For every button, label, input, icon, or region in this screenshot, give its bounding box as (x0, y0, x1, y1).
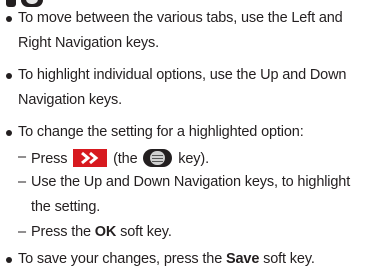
key-icon (6, 0, 16, 7)
step-text: (the (113, 151, 138, 167)
instruction-step: Press (the key). (31, 149, 209, 168)
navigation-center-key-icon (143, 149, 173, 167)
instruction-step: the setting. (31, 199, 101, 215)
bullet-icon (6, 16, 12, 22)
manual-page: To move between the various tabs, use th… (0, 0, 366, 272)
step-text: soft key. (120, 224, 172, 240)
dash-marker: – (18, 224, 26, 240)
instruction-text: To change the setting for a highlighted … (18, 124, 304, 140)
instruction-text: Navigation keys. (18, 92, 122, 108)
bullet-icon (6, 130, 12, 136)
dash-marker: – (18, 149, 26, 165)
step-text: Press the (31, 224, 91, 240)
instruction-text: Right Navigation keys. (18, 35, 159, 51)
step-text: Press (31, 151, 68, 167)
step-text: key). (178, 151, 209, 167)
instruction-text: To save your changes, press the Save sof… (18, 251, 315, 268)
instruction-step: Use the Up and Down Navigation keys, to … (31, 174, 351, 190)
dash-marker: – (18, 174, 26, 190)
bullet-icon (6, 73, 12, 79)
instruction-text: To highlight individual options, use the… (18, 67, 347, 83)
double-chevron-right-icon (73, 149, 108, 167)
ok-key-label: OK (94, 224, 117, 240)
instruction-step: Press the OK soft key. (31, 224, 172, 241)
instruction-text: To move between the various tabs, use th… (18, 10, 343, 26)
navigation-key-icon (21, 0, 43, 7)
step-text: To save your changes, press the (18, 251, 223, 267)
step-text: soft key. (263, 251, 315, 267)
bullet-icon (6, 257, 12, 263)
save-key-label: Save (226, 251, 260, 267)
